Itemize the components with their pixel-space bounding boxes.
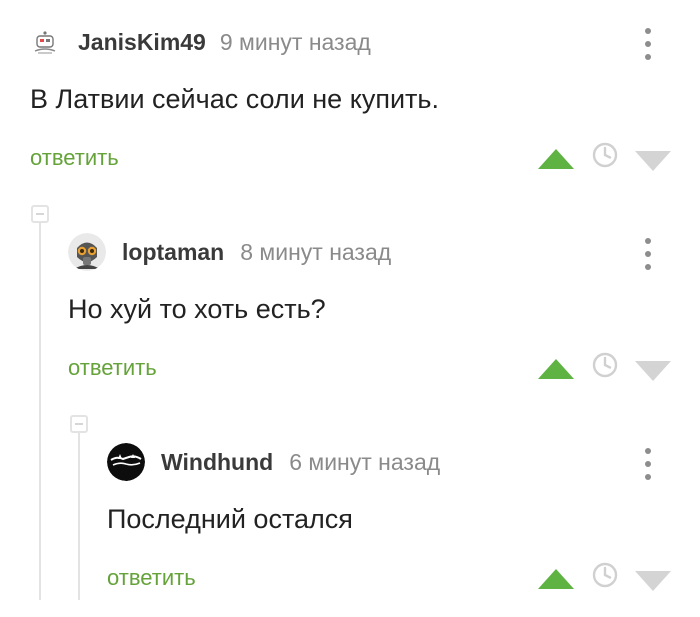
comment-header: loptaman 8 минут назад xyxy=(68,232,391,272)
thread-line[interactable] xyxy=(39,222,41,600)
timestamp[interactable]: 9 минут назад xyxy=(220,29,371,56)
more-options-menu-icon[interactable] xyxy=(638,26,658,62)
robot-avatar-icon xyxy=(28,25,62,59)
comment-text: В Латвии сейчас соли не купить. xyxy=(30,84,439,114)
clock-icon[interactable] xyxy=(592,142,618,168)
upvote-icon[interactable] xyxy=(537,148,575,170)
black-wolf-avatar-icon xyxy=(107,443,145,481)
thread-line[interactable] xyxy=(78,432,80,600)
downvote-icon[interactable] xyxy=(634,150,672,172)
comment-header: Windhund 6 минут назад xyxy=(107,442,440,482)
comment-text: Последний остался xyxy=(107,504,353,534)
more-options-menu-icon[interactable] xyxy=(638,446,658,482)
upvote-icon[interactable] xyxy=(537,568,575,590)
more-options-menu-icon[interactable] xyxy=(638,236,658,272)
username[interactable]: JanisKim49 xyxy=(78,29,206,56)
clock-icon[interactable] xyxy=(592,352,618,378)
reply-button[interactable]: ответить xyxy=(30,145,119,171)
avatar[interactable] xyxy=(28,25,62,59)
timestamp[interactable]: 8 минут назад xyxy=(240,239,391,266)
avatar[interactable] xyxy=(107,443,145,481)
comment-header: JanisKim49 9 минут назад xyxy=(28,22,371,62)
comment-text: Но хуй то хоть есть? xyxy=(68,294,326,324)
username[interactable]: Windhund xyxy=(161,449,273,476)
upvote-icon[interactable] xyxy=(537,358,575,380)
avatar[interactable] xyxy=(68,233,106,271)
reply-button[interactable]: ответить xyxy=(107,565,196,591)
reply-button[interactable]: ответить xyxy=(68,355,157,381)
gasmask-avatar-icon xyxy=(68,233,106,271)
timestamp[interactable]: 6 минут назад xyxy=(289,449,440,476)
collapse-thread-icon[interactable] xyxy=(31,205,49,223)
clock-icon[interactable] xyxy=(592,562,618,588)
downvote-icon[interactable] xyxy=(634,360,672,382)
username[interactable]: loptaman xyxy=(122,239,224,266)
downvote-icon[interactable] xyxy=(634,570,672,592)
collapse-thread-icon[interactable] xyxy=(70,415,88,433)
